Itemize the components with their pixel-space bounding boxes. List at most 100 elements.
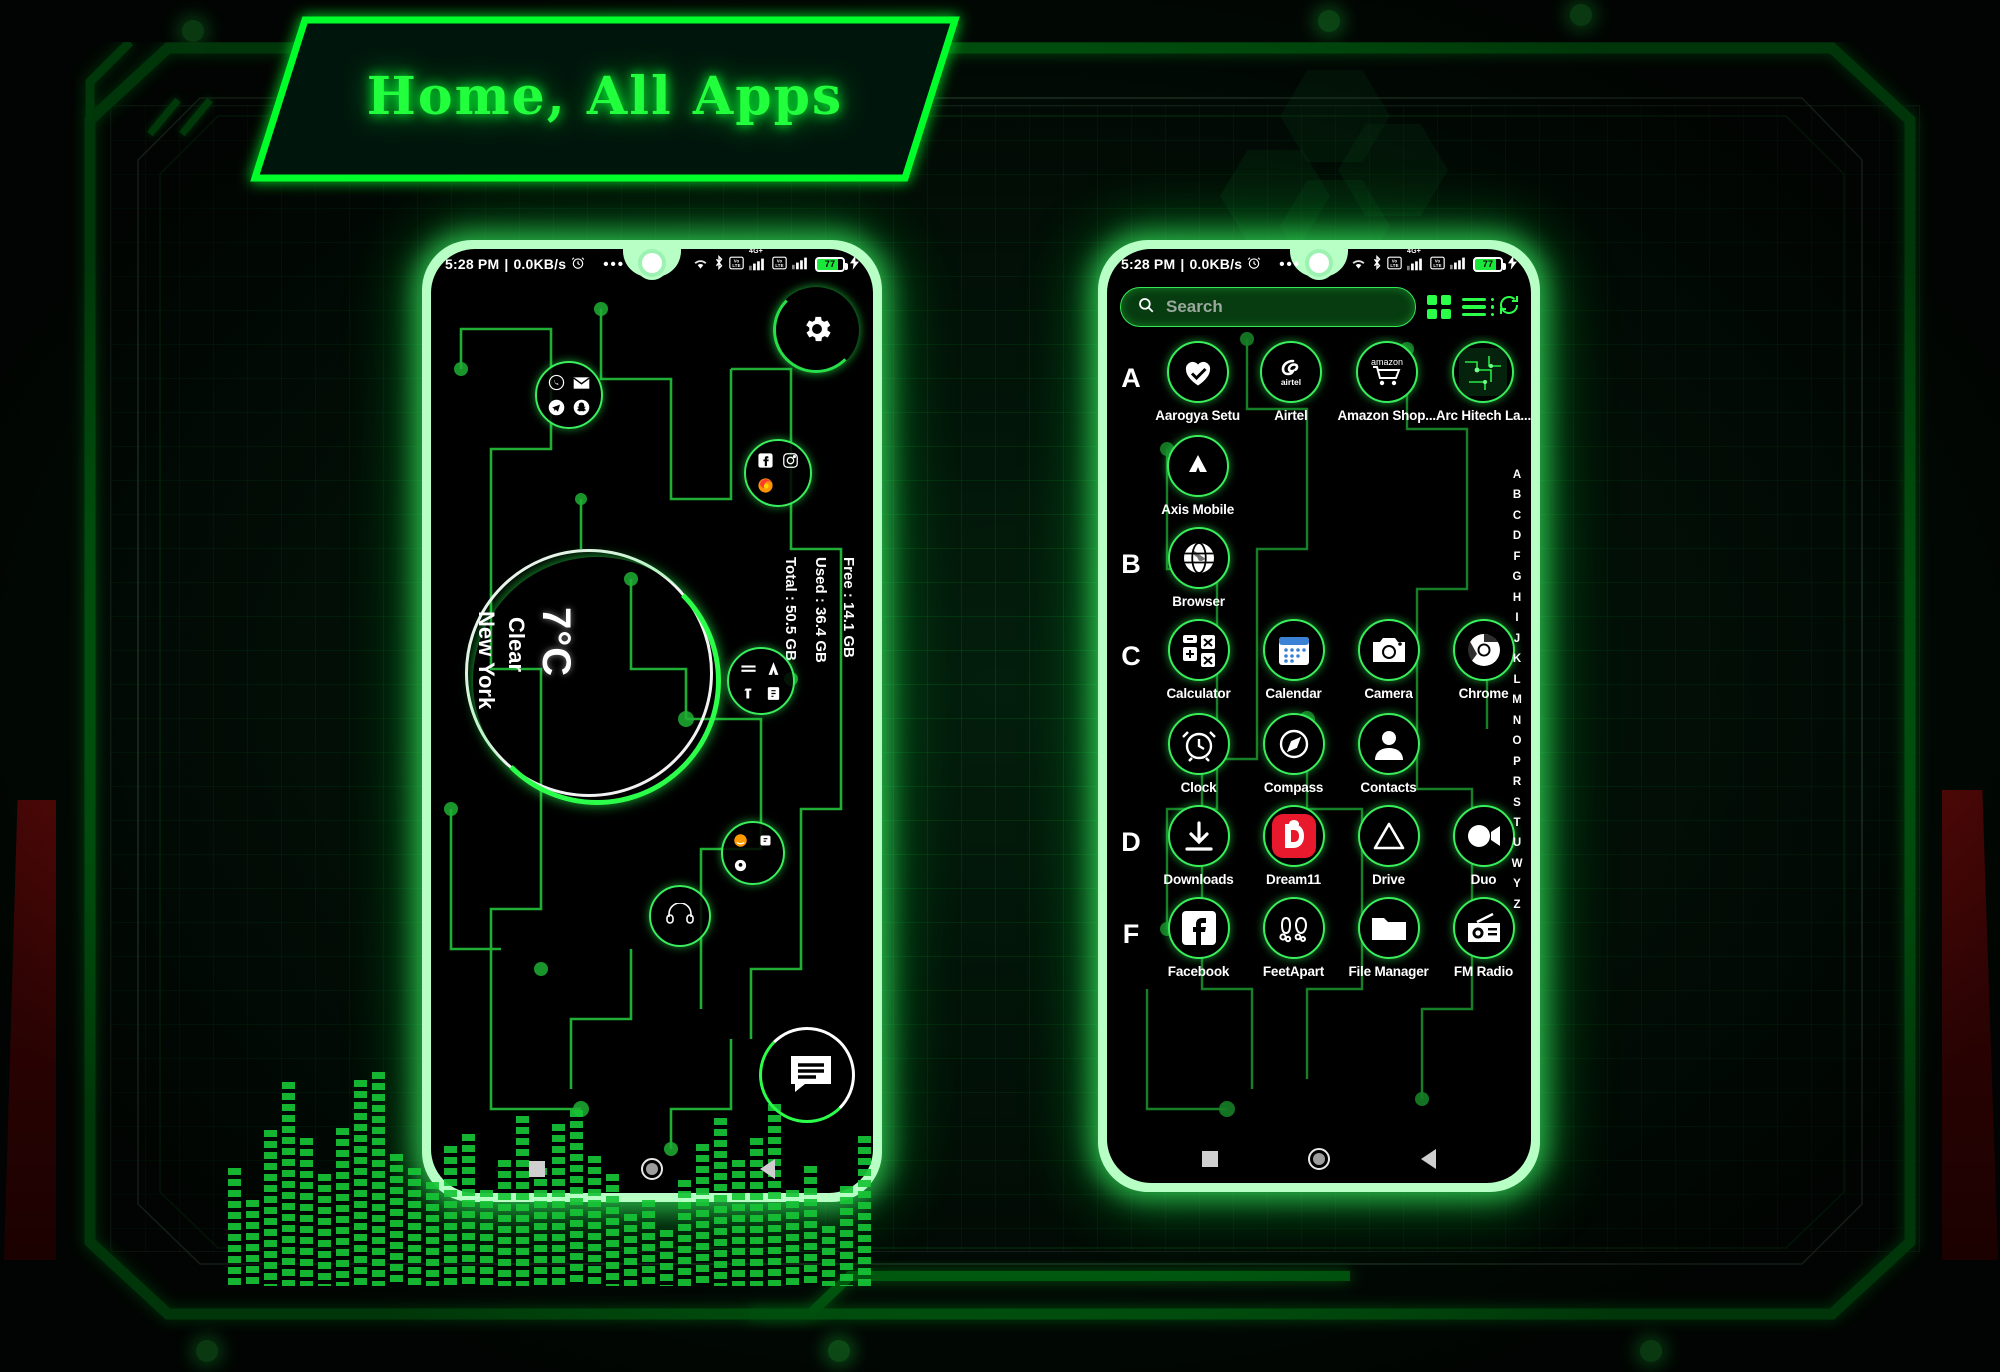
app-item[interactable]: Aarogya Setu (1151, 335, 1244, 423)
app-label: File Manager (1348, 964, 1429, 979)
facebook-icon (1167, 897, 1230, 959)
app-item[interactable]: Calculator (1151, 613, 1246, 701)
weather-widget[interactable]: 7°C Clear New York (447, 549, 721, 819)
alphabet-index-letter[interactable]: L (1513, 670, 1520, 690)
airtel-icon: airtel (1259, 341, 1322, 403)
home-circle-icon[interactable] (1308, 1148, 1331, 1170)
title-plate: Home, All Apps (250, 16, 960, 183)
back-triangle-icon[interactable] (759, 1159, 775, 1179)
app-item[interactable]: FeetApart (1246, 891, 1341, 979)
app-item[interactable]: Axis Mobile (1151, 429, 1244, 517)
person-icon (1357, 713, 1420, 775)
alphabet-index-letter[interactable]: D (1513, 526, 1521, 546)
search-input[interactable]: Search (1166, 297, 1223, 317)
search-icon (1137, 296, 1155, 319)
app-item[interactable]: Compass (1246, 707, 1341, 795)
banking-folder[interactable] (727, 647, 795, 715)
alphabet-index-letter[interactable]: F (1513, 547, 1520, 567)
app-item[interactable]: amazon Amazon Shop... (1337, 335, 1436, 423)
page-title: Home, All Apps (366, 66, 844, 127)
app-list[interactable]: A Aarogya Setu airtel Airtel amazon Amazon Sh… (1107, 335, 1531, 1183)
status-time: 5:28 PM (1121, 256, 1176, 272)
volte-icon: Vo LTE (729, 256, 744, 273)
arc-hitech-icon (1452, 341, 1515, 403)
alphabet-index-letter[interactable]: A (1513, 465, 1521, 485)
alphabet-index-letter[interactable]: W (1512, 854, 1523, 874)
feetapart-icon (1262, 897, 1325, 959)
app-item[interactable]: Contacts (1341, 707, 1436, 795)
list-view-icon[interactable] (1462, 297, 1494, 317)
messages-button[interactable] (787, 1052, 835, 1101)
settings-button[interactable] (791, 305, 843, 357)
phone-right-app-drawer: 5:28 PM | 0.0KB/s ••• Vo LTE 4G+ Vo LTE … (1098, 240, 1540, 1192)
weather-condition: Clear (504, 617, 529, 673)
app-label: FeetApart (1262, 964, 1325, 979)
charging-bolt-icon (850, 255, 859, 273)
app-label: Browser (1172, 594, 1225, 609)
app-item[interactable]: airtel Airtel (1244, 335, 1337, 423)
app-label: Airtel (1274, 408, 1308, 423)
charging-bolt-icon (1508, 255, 1517, 273)
alphabet-index-letter[interactable]: J (1514, 629, 1520, 649)
bluetooth-icon (1372, 254, 1382, 273)
app-item[interactable]: Calendar (1246, 613, 1341, 701)
folder-icon (1357, 897, 1420, 959)
grid-view-icon[interactable] (1427, 295, 1451, 319)
alphabet-index-letter[interactable]: P (1513, 752, 1521, 772)
app-item[interactable]: Downloads (1151, 799, 1246, 887)
swiggy-icon (731, 856, 751, 876)
battery-icon: 77 (815, 256, 848, 272)
app-item[interactable]: Browser (1151, 521, 1246, 609)
app-item[interactable]: Dream11 (1246, 799, 1341, 887)
section-letter: D (1121, 827, 1141, 857)
alphabet-index-letter[interactable]: R (1513, 772, 1521, 792)
alphabet-index-letter[interactable]: U (1513, 833, 1521, 853)
alphabet-index-letter[interactable]: H (1513, 588, 1521, 608)
alphabet-index-letter[interactable]: M (1512, 690, 1522, 710)
app-item[interactable]: Facebook (1151, 891, 1246, 979)
alphabet-index-letter[interactable]: K (1513, 649, 1521, 669)
status-separator: | (1180, 256, 1185, 272)
app-label: Contacts (1360, 780, 1417, 795)
alphabet-index-letter[interactable]: I (1515, 608, 1518, 628)
social-folder[interactable] (744, 439, 812, 507)
alphabet-index-letter[interactable]: O (1513, 731, 1522, 751)
alphabet-index-letter[interactable]: N (1513, 711, 1521, 731)
messages-icon (787, 1056, 835, 1100)
home-circle-icon[interactable] (641, 1158, 664, 1180)
svg-text:airtel: airtel (1281, 377, 1301, 387)
alphabet-index-letter[interactable]: G (1513, 567, 1522, 587)
messaging-folder[interactable] (535, 361, 603, 429)
firefox-icon (756, 476, 776, 496)
gpay-icon (764, 684, 784, 704)
music-folder[interactable] (649, 885, 711, 947)
camera-icon (1357, 619, 1420, 681)
network-type-label: 4G+ (1407, 249, 1422, 255)
app-item[interactable]: Clock (1151, 707, 1246, 795)
alphabet-index-letter[interactable]: C (1513, 506, 1521, 526)
app-item[interactable]: File Manager (1341, 891, 1436, 979)
app-item[interactable]: Drive (1341, 799, 1436, 887)
shopping-folder[interactable] (721, 821, 785, 885)
alphabet-index-letter[interactable]: Z (1513, 895, 1520, 915)
refresh-icon[interactable] (1497, 293, 1521, 322)
volte-icon: Vo LTE (1387, 256, 1402, 273)
app-item[interactable]: Camera (1341, 613, 1436, 701)
recents-square-icon[interactable] (1202, 1151, 1219, 1167)
alphabet-index-letter[interactable]: B (1513, 485, 1521, 505)
section-letter: B (1121, 549, 1141, 579)
app-item[interactable]: Arc Hitech La... (1436, 335, 1531, 423)
alphabet-index-letter[interactable]: Y (1513, 874, 1521, 894)
search-row: Search (1107, 279, 1531, 335)
search-bar[interactable]: Search (1120, 287, 1416, 327)
apps-grid: Browser (1151, 521, 1531, 609)
alphabet-index-scrubber[interactable]: ABCDFGHIJKLMNOPRSTUWYZ (1506, 465, 1528, 915)
back-triangle-icon[interactable] (1420, 1149, 1436, 1169)
amazon-icon (731, 831, 751, 851)
alphabet-index-letter[interactable]: T (1513, 813, 1520, 833)
app-label: Arc Hitech La... (1435, 408, 1531, 423)
telegram-icon (547, 398, 567, 418)
alarm-clock-icon (1167, 713, 1230, 775)
alphabet-index-letter[interactable]: S (1513, 793, 1521, 813)
recents-square-icon[interactable] (529, 1161, 546, 1177)
